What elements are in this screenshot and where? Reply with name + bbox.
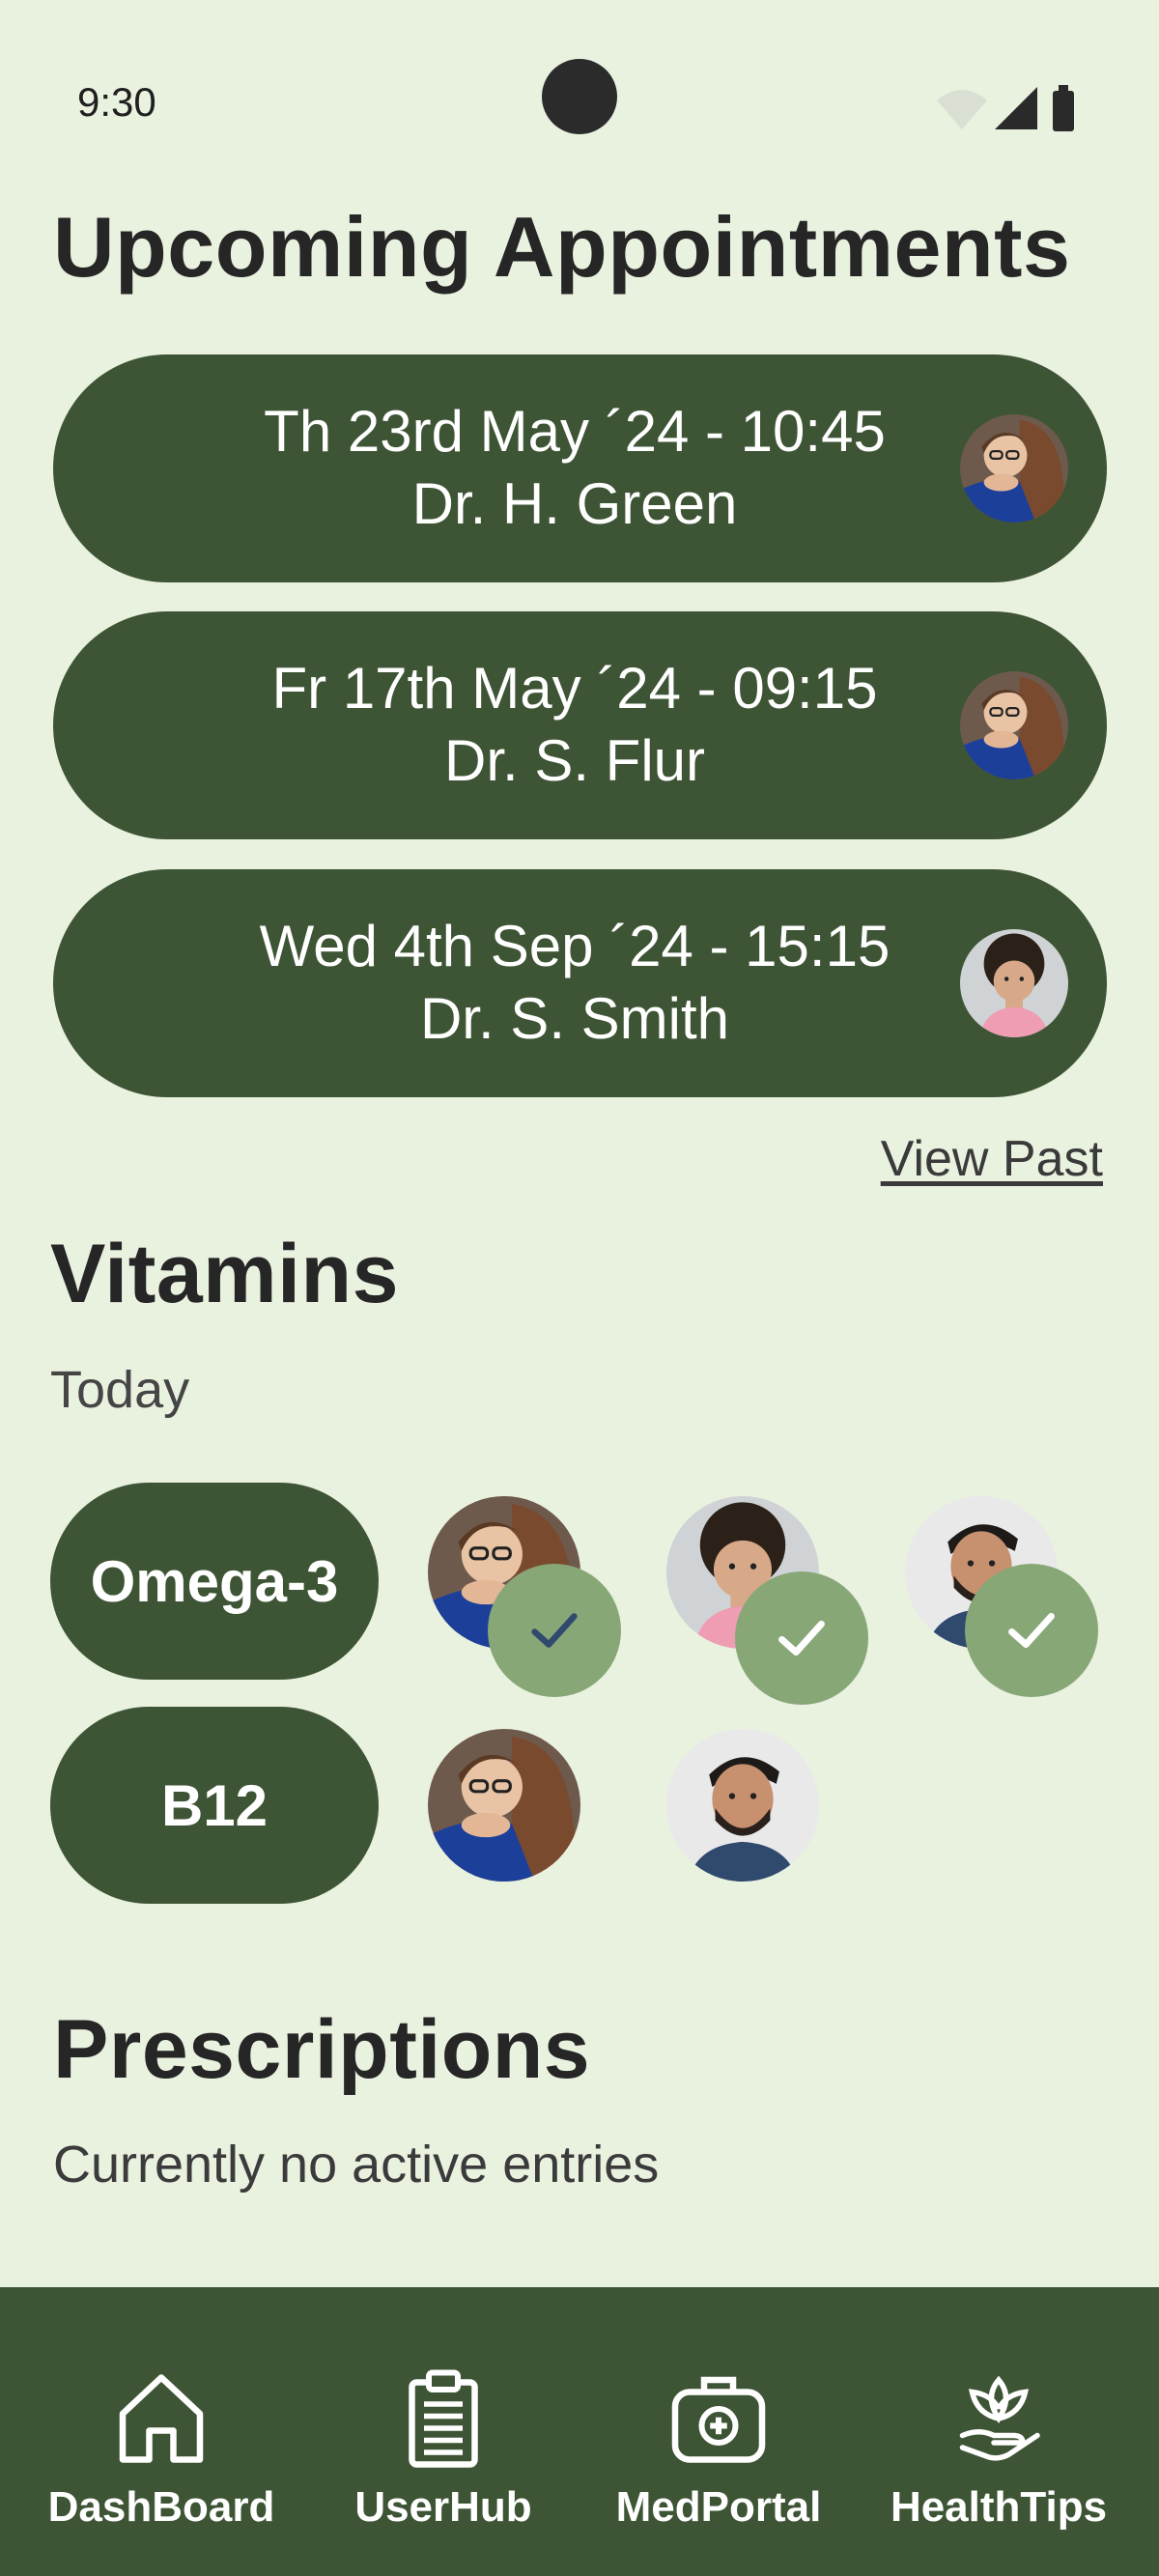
appointment-doctor: Dr. H. Green [411, 471, 738, 536]
doctor-avatar [960, 414, 1068, 523]
nav-label: MedPortal [615, 2483, 822, 2531]
appointment-card[interactable]: Fr 17th May ´24 - 09:15 Dr. S. Flur [53, 611, 1107, 839]
clipboard-icon [409, 2369, 478, 2468]
prescriptions-empty-text: Currently no active entries [53, 2136, 660, 2194]
wifi-icon [937, 90, 987, 129]
nav-item-dashboard[interactable]: DashBoard [16, 2287, 306, 2576]
lotus-hand-icon [959, 2375, 1040, 2461]
status-icons [937, 85, 1074, 131]
appointment-date: Wed 4th Sep ´24 - 15:15 [259, 914, 890, 978]
nav-item-medportal[interactable]: MedPortal [574, 2287, 863, 2576]
signal-icon [995, 87, 1037, 129]
bottom-nav: DashBoard UserHub MedPortal HealthTips [0, 2287, 1159, 2576]
appointments-title: Upcoming Appointments [53, 199, 1071, 295]
status-time: 9:30 [77, 79, 156, 125]
home-icon [119, 2374, 204, 2463]
check-icon[interactable] [735, 1571, 868, 1705]
doctor-avatar [960, 929, 1068, 1037]
doctor-avatar [960, 671, 1068, 779]
appointment-date: Fr 17th May ´24 - 09:15 [271, 656, 878, 721]
battery-icon [1053, 91, 1074, 131]
member-avatar[interactable] [428, 1729, 580, 1882]
appointment-card[interactable]: Th 23rd May ´24 - 10:45 Dr. H. Green [53, 354, 1107, 582]
appointment-card[interactable]: Wed 4th Sep ´24 - 15:15 Dr. S. Smith [53, 869, 1107, 1097]
vitamins-subtitle: Today [50, 1361, 190, 1419]
check-icon[interactable] [488, 1564, 621, 1697]
member-avatar[interactable] [666, 1729, 819, 1882]
appointment-date: Th 23rd May ´24 - 10:45 [264, 399, 886, 464]
view-past-link[interactable]: View Past [881, 1130, 1103, 1188]
appointment-doctor: Dr. S. Smith [419, 986, 730, 1051]
prescriptions-title: Prescriptions [53, 2003, 591, 2096]
check-icon[interactable] [965, 1564, 1098, 1697]
vitamins-title: Vitamins [50, 1228, 399, 1320]
nav-item-userhub[interactable]: UserHub [298, 2287, 588, 2576]
nav-item-healthtips[interactable]: HealthTips [854, 2287, 1144, 2576]
medkit-icon [671, 2376, 766, 2463]
nav-label: HealthTips [890, 2483, 1108, 2531]
vitamin-pill-omega-3[interactable]: Omega-3 [50, 1483, 379, 1680]
nav-label: DashBoard [47, 2483, 275, 2531]
nav-label: UserHub [354, 2483, 532, 2531]
camera-cutout [542, 59, 617, 134]
vitamin-pill-b12[interactable]: B12 [50, 1707, 379, 1904]
appointment-doctor: Dr. S. Flur [443, 728, 706, 793]
